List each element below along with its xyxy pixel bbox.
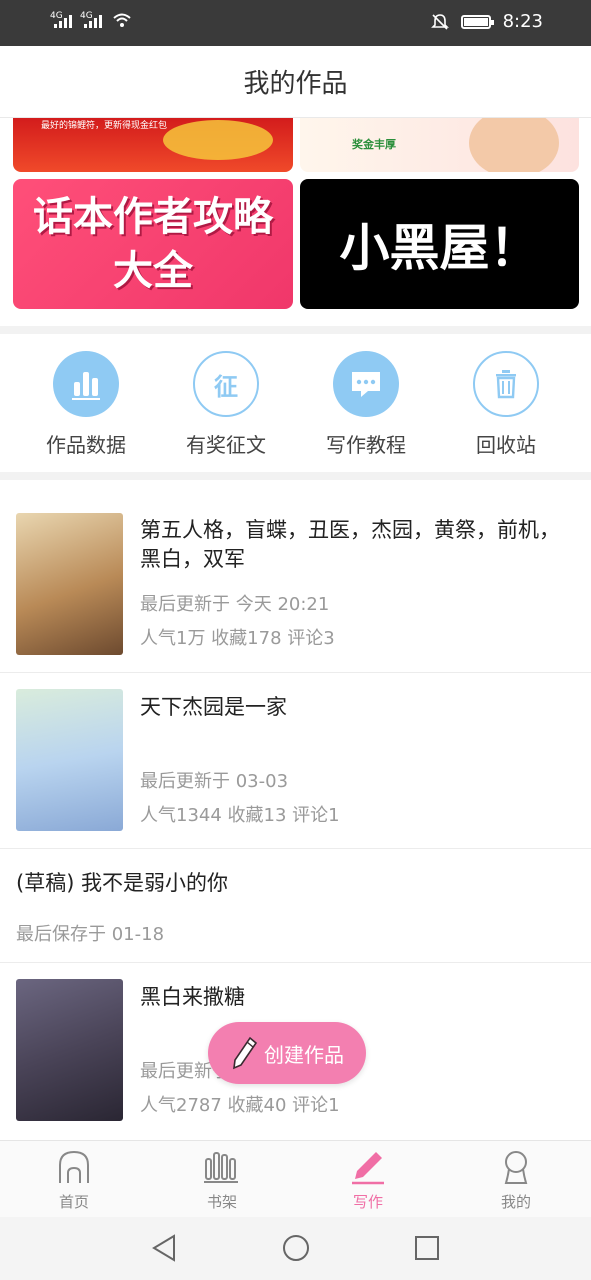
back-icon[interactable] [150, 1233, 178, 1263]
list-item[interactable]: 第五人格，盲蝶，丑医，杰园，黄祭，前机，黑白，双军 最后更新于 今天 20:21… [0, 496, 591, 673]
dark-room-banner[interactable]: 小黑屋！ [300, 179, 579, 309]
promo-banner-red[interactable]: 最好的锦鲤符，更新得现金红包 [13, 118, 293, 172]
work-updated: 最后保存于 01-18 [16, 924, 165, 945]
tab-profile[interactable]: 我的 [466, 1149, 566, 1212]
work-cover [16, 689, 123, 831]
status-bar: 4G 4G 8:23 [0, 0, 591, 46]
section-divider [0, 326, 591, 334]
mute-icon [430, 13, 449, 30]
list-item[interactable]: (草稿) 我不是弱小的你 最后保存于 01-18 [0, 849, 591, 963]
profile-icon [504, 1151, 528, 1184]
home-icon [59, 1150, 89, 1183]
section-divider [0, 472, 591, 480]
work-title: 黑白来撒糖 [140, 985, 245, 1009]
bookshelf-icon [204, 1152, 238, 1183]
wifi-icon [113, 13, 131, 27]
page-title: 我的作品 [0, 46, 591, 118]
system-nav-bar [0, 1217, 591, 1280]
banner-art [163, 120, 273, 160]
trash-icon [473, 351, 539, 417]
pencil-icon [233, 1036, 258, 1070]
work-cover [16, 979, 123, 1121]
writing-tutorial-button[interactable]: 写作教程 [306, 351, 426, 458]
signal-icon: 4G [80, 11, 102, 28]
tab-home[interactable]: 首页 [24, 1149, 124, 1212]
work-cover [16, 513, 123, 655]
chat-bubble-icon [333, 351, 399, 417]
zheng-badge-icon: 征 [193, 351, 259, 417]
tab-write[interactable]: 写作 [318, 1149, 418, 1212]
banner-art [469, 118, 559, 172]
list-item[interactable]: 天下杰园是一家 最后更新于 03-03 人气1344 收藏13 评论1 [0, 673, 591, 849]
work-title: (草稿) 我不是弱小的你 [16, 871, 229, 895]
writing-contest-button[interactable]: 征 有奖征文 [166, 351, 286, 458]
work-title: 天下杰园是一家 [140, 695, 287, 719]
author-guide-banner[interactable]: 话本作者攻略 大全 [13, 179, 293, 309]
battery-icon [460, 14, 494, 29]
recycle-bin-button[interactable]: 回收站 [446, 351, 566, 458]
quick-actions: 作品数据 征 有奖征文 写作教程 回收站 [0, 334, 591, 472]
bottom-tab-bar: 首页 书架 写作 我的 [0, 1140, 591, 1217]
bar-chart-icon [53, 351, 119, 417]
work-title: 第五人格，盲蝶，丑医，杰园，黄祭，前机，黑白，双军 [140, 518, 560, 571]
create-work-button[interactable]: 创建作品 [208, 1022, 366, 1084]
pen-icon [352, 1152, 384, 1185]
work-updated: 最后更新于 03-03 [140, 771, 289, 792]
promo-banner-contest[interactable]: 奖金丰厚 [300, 118, 579, 172]
work-stats: 人气1万 收藏178 评论3 [140, 628, 335, 649]
clock: 8:23 [502, 11, 543, 32]
recents-icon[interactable] [413, 1233, 441, 1263]
tab-bookshelf[interactable]: 书架 [172, 1149, 272, 1212]
work-stats: 人气1344 收藏13 评论1 [140, 805, 340, 826]
work-stats: 人气2787 收藏40 评论1 [140, 1095, 340, 1116]
work-updated: 最后更新于 今天 20:21 [140, 594, 330, 615]
home-circle-icon[interactable] [281, 1233, 311, 1263]
signal-icon: 4G [50, 11, 72, 28]
work-stats-button[interactable]: 作品数据 [26, 351, 146, 458]
